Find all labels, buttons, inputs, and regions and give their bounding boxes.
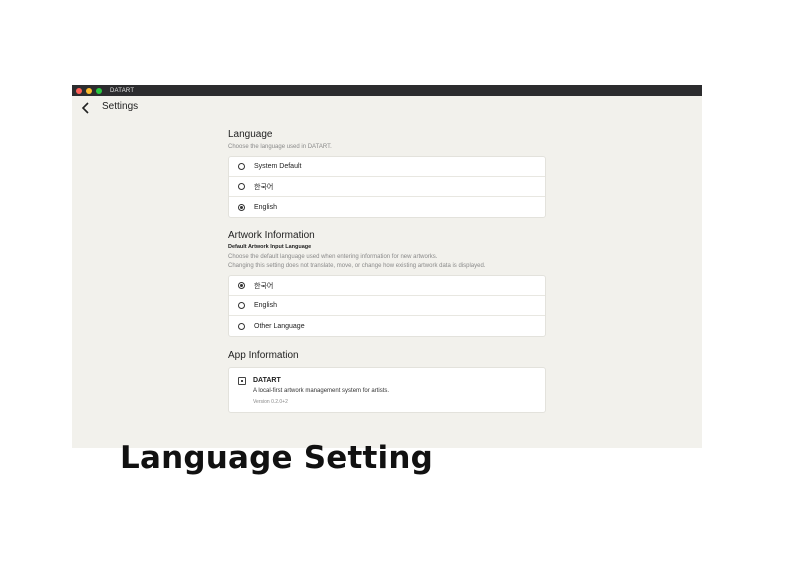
language-section-description: Choose the language used in DATART.	[228, 144, 332, 150]
app-version: Version 0.2.0+2	[253, 399, 288, 405]
language-option-korean[interactable]: 한국어	[229, 177, 545, 197]
artwork-section-description-1: Choose the default language used when en…	[228, 254, 438, 260]
option-label: 한국어	[254, 282, 274, 290]
artwork-option-other-language[interactable]: Other Language	[229, 316, 545, 336]
radio-selected-icon	[238, 203, 245, 211]
artwork-option-english[interactable]: English	[229, 296, 545, 316]
back-icon[interactable]	[80, 101, 92, 115]
app-icon	[238, 377, 246, 385]
app-window: DATART Settings Language Choose the lang…	[72, 85, 702, 448]
option-label: 한국어	[254, 183, 274, 191]
radio-icon	[238, 302, 245, 309]
minimize-window-button[interactable]	[86, 87, 92, 94]
app-name: DATART	[253, 377, 281, 384]
option-label: Other Language	[254, 322, 305, 330]
option-label: English	[254, 302, 277, 309]
app-info-card: DATART A local-first artwork management …	[228, 367, 546, 413]
language-options: System Default 한국어 English	[228, 156, 546, 218]
language-option-english[interactable]: English	[229, 197, 545, 217]
app-info-section-title: App Information	[228, 350, 299, 361]
close-window-button[interactable]	[76, 87, 82, 94]
app-description: A local-first artwork management system …	[253, 388, 390, 394]
artwork-section-title: Artwork Information	[228, 230, 315, 241]
slide-caption: Language Setting	[120, 440, 434, 476]
artwork-language-options: 한국어 English Other Language	[228, 275, 546, 337]
option-label: System Default	[254, 163, 302, 170]
title-bar: DATART	[72, 85, 702, 96]
language-section-title: Language	[228, 129, 273, 140]
artwork-section-description-2: Changing this setting does not translate…	[228, 263, 486, 269]
settings-header: Settings	[72, 96, 702, 120]
zoom-window-button[interactable]	[96, 87, 102, 94]
artwork-section-subtitle: Default Artwork Input Language	[228, 244, 312, 250]
option-label: English	[254, 203, 277, 211]
radio-icon	[238, 322, 245, 330]
radio-selected-icon	[238, 282, 245, 289]
artwork-option-korean[interactable]: 한국어	[229, 276, 545, 296]
radio-icon	[238, 163, 245, 170]
page-title: Settings	[102, 101, 139, 112]
window-title: DATART	[110, 87, 135, 94]
language-option-system-default[interactable]: System Default	[229, 157, 545, 177]
radio-icon	[238, 183, 245, 190]
